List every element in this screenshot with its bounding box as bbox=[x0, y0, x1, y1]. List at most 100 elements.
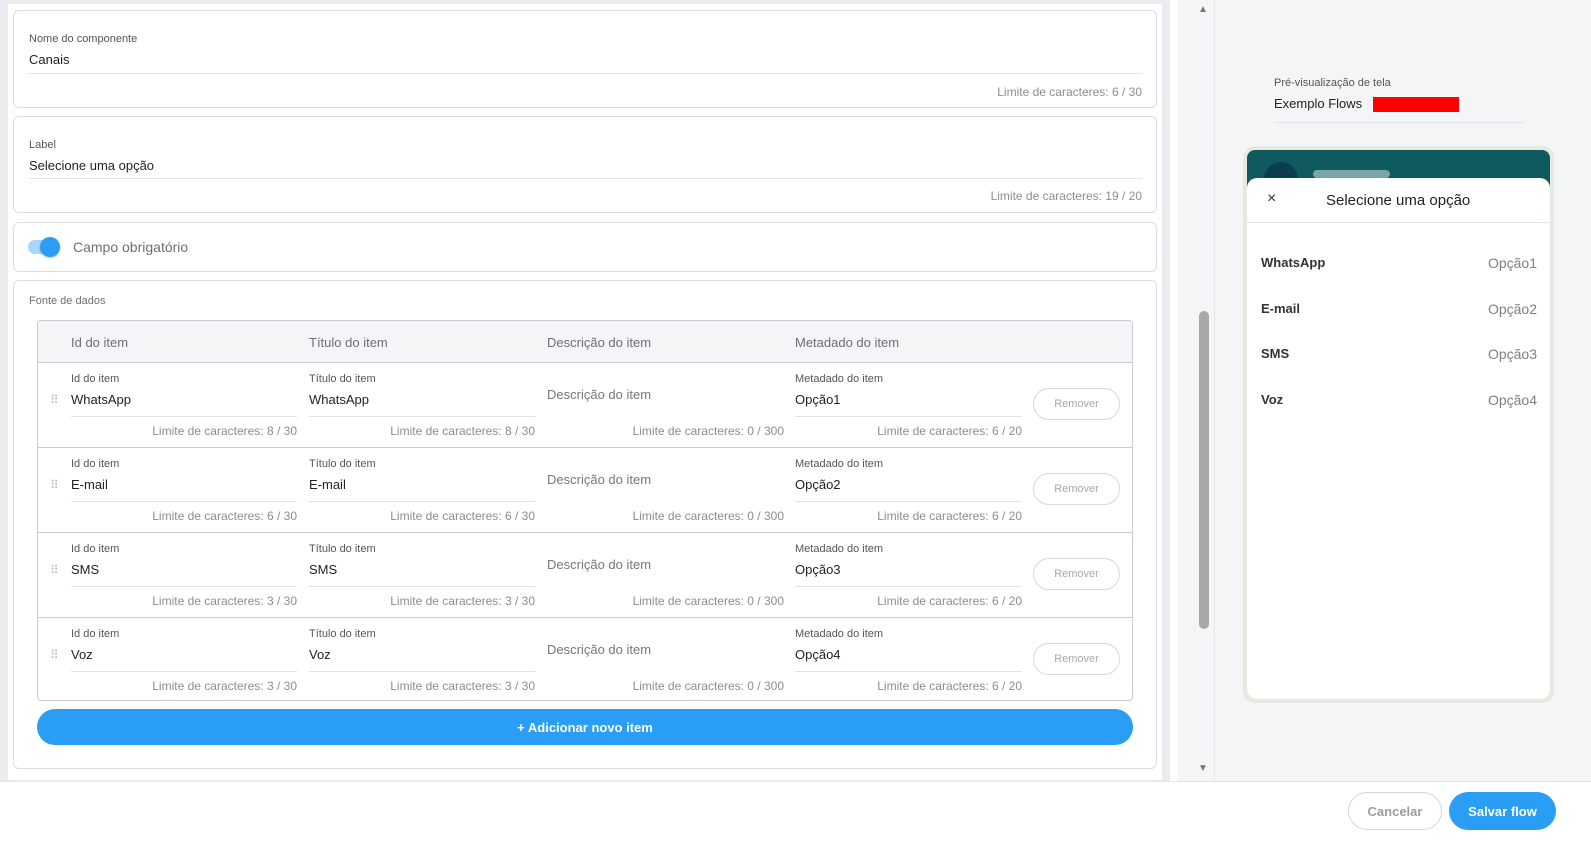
id-label: Id do item bbox=[71, 543, 120, 555]
editor-scroll-area: Nome do componente Canais Limite de cara… bbox=[8, 4, 1162, 780]
id-char-limit: Limite de caracteres: 6 / 30 bbox=[152, 509, 297, 523]
field-underline bbox=[309, 671, 535, 672]
option-item[interactable]: WhatsApp Opção1 bbox=[1261, 255, 1537, 275]
id-cell: Id do item SMS Limite de caracteres: 3 /… bbox=[71, 533, 297, 618]
metadata-input[interactable]: Opção1 bbox=[795, 392, 841, 407]
id-label: Id do item bbox=[71, 628, 120, 640]
component-name-card: Nome do componente Canais Limite de cara… bbox=[13, 10, 1157, 108]
required-toggle[interactable] bbox=[28, 236, 62, 258]
title-input[interactable]: SMS bbox=[309, 562, 337, 577]
data-source-title: Fonte de dados bbox=[29, 295, 106, 307]
description-cell: Descrição do item Limite de caracteres: … bbox=[547, 363, 784, 448]
title-input[interactable]: E-mail bbox=[309, 477, 346, 492]
label-field-label: Label bbox=[29, 139, 56, 151]
metadata-cell: Metadado do item Opção2 Limite de caract… bbox=[795, 448, 1022, 533]
id-cell: Id do item E-mail Limite de caracteres: … bbox=[71, 448, 297, 533]
title-char-limit: Limite de caracteres: 3 / 30 bbox=[390, 594, 535, 608]
remove-button[interactable]: Remover bbox=[1033, 473, 1120, 505]
title-char-limit: Limite de caracteres: 6 / 30 bbox=[390, 509, 535, 523]
sheet-title: Selecione uma opção bbox=[1326, 192, 1471, 209]
description-input[interactable]: Descrição do item bbox=[547, 472, 651, 487]
description-cell: Descrição do item Limite de caracteres: … bbox=[547, 448, 784, 533]
options-sheet: × Selecione uma opção WhatsApp Opção1 E-… bbox=[1247, 178, 1550, 699]
title-char-limit: Limite de caracteres: 3 / 30 bbox=[390, 679, 535, 693]
metadata-label: Metadado do item bbox=[795, 543, 884, 555]
metadata-cell: Metadado do item Opção4 Limite de caract… bbox=[795, 618, 1022, 700]
component-name-label: Nome do componente bbox=[29, 33, 138, 45]
preview-flow-name: Exemplo Flows bbox=[1274, 96, 1363, 111]
option-item[interactable]: Voz Opção4 bbox=[1261, 392, 1537, 412]
field-underline bbox=[795, 416, 1022, 417]
remove-button[interactable]: Remover bbox=[1033, 388, 1120, 420]
field-underline bbox=[29, 178, 1142, 179]
option-item[interactable]: E-mail Opção2 bbox=[1261, 301, 1537, 321]
metadata-input[interactable]: Opção2 bbox=[795, 477, 841, 492]
redaction-box bbox=[1373, 97, 1459, 112]
metadata-char-limit: Limite de caracteres: 6 / 20 bbox=[877, 424, 1022, 438]
description-char-limit: Limite de caracteres: 0 / 300 bbox=[632, 679, 784, 693]
title-input[interactable]: WhatsApp bbox=[309, 392, 369, 407]
label-input[interactable]: Selecione uma opção bbox=[29, 158, 154, 173]
table-row: ⠿ Id do item SMS Limite de caracteres: 3… bbox=[38, 533, 1132, 618]
header-id: Id do item bbox=[71, 335, 129, 350]
drag-handle-icon[interactable]: ⠿ bbox=[50, 479, 59, 491]
sheet-header: × Selecione uma opção bbox=[1247, 178, 1550, 223]
cancel-button[interactable]: Cancelar bbox=[1348, 792, 1442, 830]
id-cell: Id do item Voz Limite de caracteres: 3 /… bbox=[71, 618, 297, 700]
option-item[interactable]: SMS Opção3 bbox=[1261, 346, 1537, 366]
description-input[interactable]: Descrição do item bbox=[547, 387, 651, 402]
title-cell: Título do item E-mail Limite de caracter… bbox=[309, 448, 535, 533]
remove-button[interactable]: Remover bbox=[1033, 643, 1120, 675]
id-input[interactable]: E-mail bbox=[71, 477, 108, 492]
add-item-button[interactable]: + Adicionar novo item bbox=[37, 709, 1133, 745]
option-title: SMS bbox=[1261, 346, 1290, 361]
drag-handle-icon[interactable]: ⠿ bbox=[50, 564, 59, 576]
drag-handle-icon[interactable]: ⠿ bbox=[50, 649, 59, 661]
field-underline bbox=[71, 416, 297, 417]
required-card: Campo obrigatório bbox=[13, 222, 1157, 272]
preview-panel: Pré-visualização de tela Exemplo Flows ×… bbox=[1215, 0, 1591, 790]
title-label: Título do item bbox=[309, 373, 376, 385]
option-title: WhatsApp bbox=[1261, 255, 1326, 270]
id-label: Id do item bbox=[71, 458, 120, 470]
description-input[interactable]: Descrição do item bbox=[547, 557, 651, 572]
toggle-knob bbox=[40, 237, 60, 257]
save-flow-button[interactable]: Salvar flow bbox=[1449, 792, 1556, 830]
header-description: Descrição do item bbox=[547, 335, 652, 350]
description-char-limit: Limite de caracteres: 0 / 300 bbox=[632, 424, 784, 438]
id-char-limit: Limite de caracteres: 3 / 30 bbox=[152, 594, 297, 608]
metadata-label: Metadado do item bbox=[795, 373, 884, 385]
title-label: Título do item bbox=[309, 543, 376, 555]
label-char-limit: Limite de caracteres: 19 / 20 bbox=[990, 189, 1142, 203]
drag-handle-icon[interactable]: ⠿ bbox=[50, 394, 59, 406]
description-char-limit: Limite de caracteres: 0 / 300 bbox=[632, 594, 784, 608]
close-icon[interactable]: × bbox=[1267, 190, 1276, 208]
metadata-char-limit: Limite de caracteres: 6 / 20 bbox=[877, 509, 1022, 523]
field-underline bbox=[71, 501, 297, 502]
field-underline bbox=[309, 586, 535, 587]
description-cell: Descrição do item Limite de caracteres: … bbox=[547, 533, 784, 618]
preview-label: Pré-visualização de tela bbox=[1274, 77, 1391, 89]
remove-button[interactable]: Remover bbox=[1033, 558, 1120, 590]
title-char-limit: Limite de caracteres: 8 / 30 bbox=[390, 424, 535, 438]
scrollbar-thumb[interactable] bbox=[1199, 311, 1209, 629]
header-metadata: Metadado do item bbox=[795, 335, 900, 350]
component-name-input[interactable]: Canais bbox=[29, 52, 69, 67]
description-input[interactable]: Descrição do item bbox=[547, 642, 651, 657]
title-cell: Título do item SMS Limite de caracteres:… bbox=[309, 533, 535, 618]
title-input[interactable]: Voz bbox=[309, 647, 331, 662]
title-label: Título do item bbox=[309, 628, 376, 640]
id-input[interactable]: WhatsApp bbox=[71, 392, 131, 407]
id-char-limit: Limite de caracteres: 3 / 30 bbox=[152, 679, 297, 693]
description-char-limit: Limite de caracteres: 0 / 300 bbox=[632, 509, 784, 523]
id-input[interactable]: SMS bbox=[71, 562, 99, 577]
scrollbar[interactable]: ▲ ▼ bbox=[1193, 0, 1215, 790]
metadata-input[interactable]: Opção3 bbox=[795, 562, 841, 577]
scroll-down-icon[interactable]: ▼ bbox=[1198, 763, 1208, 774]
id-input[interactable]: Voz bbox=[71, 647, 93, 662]
description-cell: Descrição do item Limite de caracteres: … bbox=[547, 618, 784, 700]
required-label: Campo obrigatório bbox=[73, 239, 189, 255]
metadata-input[interactable]: Opção4 bbox=[795, 647, 841, 662]
scroll-up-icon[interactable]: ▲ bbox=[1198, 4, 1208, 15]
option-title: E-mail bbox=[1261, 301, 1301, 316]
